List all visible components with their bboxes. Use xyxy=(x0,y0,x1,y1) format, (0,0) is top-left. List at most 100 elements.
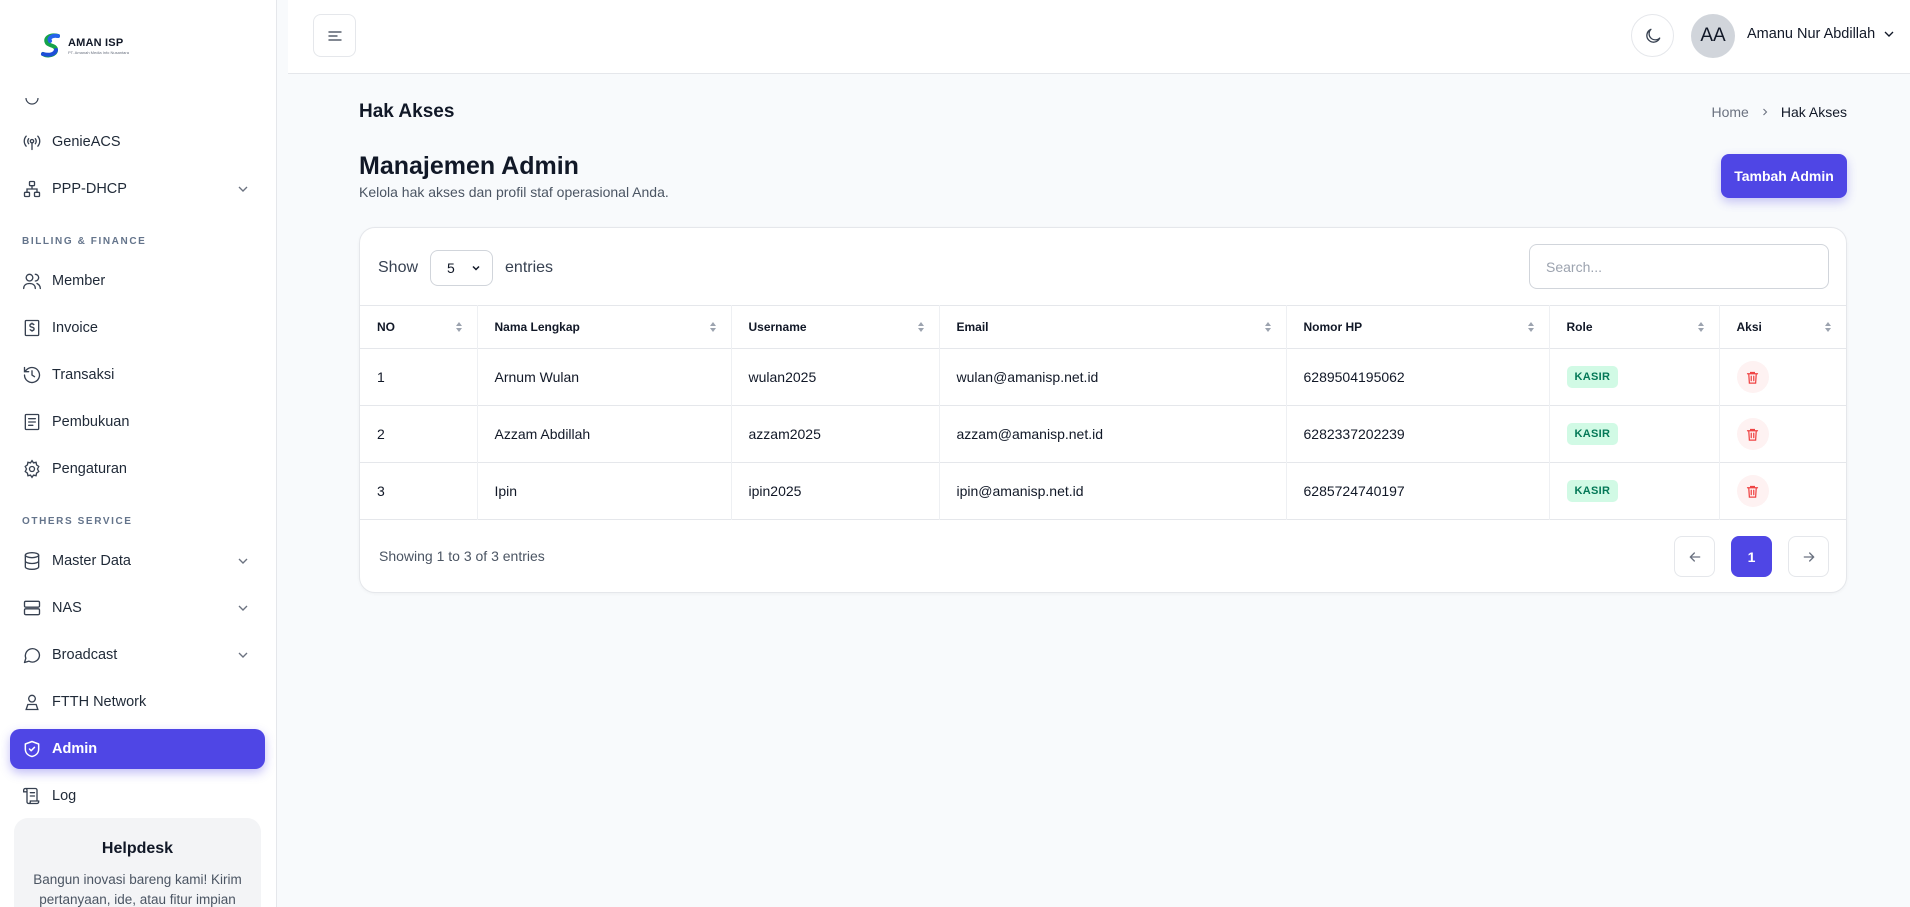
role-badge: KASIR xyxy=(1566,423,1619,445)
sidebar-item-log[interactable]: Log xyxy=(10,776,265,816)
trash-icon xyxy=(1746,428,1759,441)
database-icon xyxy=(22,551,42,571)
breadcrumb: Home Hak Akses xyxy=(1712,104,1848,120)
chevron-down-icon xyxy=(238,605,248,611)
chevron-right-icon xyxy=(1762,108,1768,116)
sort-icon xyxy=(709,322,716,332)
table-footer-info: Showing 1 to 3 of 3 entries xyxy=(379,548,545,564)
sidebar-item-label: Admin xyxy=(52,741,98,757)
column-header-email[interactable]: Email xyxy=(939,305,1287,349)
page-button-current[interactable]: 1 xyxy=(1731,536,1772,577)
cell-no: 2 xyxy=(360,405,478,463)
cell-phone: 6289504195062 xyxy=(1286,348,1550,406)
column-header-username[interactable]: Username xyxy=(731,305,940,349)
delete-button[interactable] xyxy=(1736,418,1769,450)
cell-role: KASIR xyxy=(1549,462,1720,520)
user-menu[interactable]: Amanu Nur Abdillah xyxy=(1747,26,1897,42)
cell-username: azzam2025 xyxy=(731,405,940,463)
sidebar-item-genieacs[interactable]: GenieACS xyxy=(10,122,265,162)
scroll-icon xyxy=(22,786,42,806)
cell-actions xyxy=(1719,349,1846,406)
sidebar-item-nas[interactable]: NAS xyxy=(10,588,265,628)
cell-actions xyxy=(1719,406,1846,463)
role-badge: KASIR xyxy=(1566,366,1619,388)
cell-phone: 6285724740197 xyxy=(1286,462,1550,520)
trash-icon xyxy=(1746,371,1759,384)
section-label-billing: BILLING & FINANCE xyxy=(22,236,147,247)
cell-username: wulan2025 xyxy=(731,348,940,406)
theme-toggle-button[interactable] xyxy=(1631,14,1674,57)
sidebar-item-broadcast[interactable]: Broadcast xyxy=(10,635,265,675)
avatar[interactable]: AA xyxy=(1691,14,1735,58)
admin-table-card: Show 5 entries NO Nama Lengkap Username … xyxy=(359,227,1847,593)
sidebar-item-pengaturan[interactable]: Pengaturan xyxy=(10,449,265,489)
sort-icon xyxy=(455,322,462,332)
pagination: 1 xyxy=(1674,536,1829,577)
users-icon xyxy=(22,271,42,291)
shield-icon xyxy=(22,739,42,759)
cell-email: wulan@amanisp.net.id xyxy=(939,348,1287,406)
trash-icon xyxy=(1746,485,1759,498)
column-header-no[interactable]: NO xyxy=(360,305,478,349)
column-header-nomor-hp[interactable]: Nomor HP xyxy=(1286,305,1550,349)
delete-button[interactable] xyxy=(1736,475,1769,507)
sidebar-item-label: Transaksi xyxy=(52,367,115,383)
table-header-row: NO Nama Lengkap Username Email Nomor HP … xyxy=(360,305,1846,349)
sidebar-item-master-data[interactable]: Master Data xyxy=(10,541,265,581)
next-page-button[interactable] xyxy=(1788,536,1829,577)
cell-no: 1 xyxy=(360,348,478,406)
brand-logo[interactable]: AMAN ISP PT. Amanah Media Info Nusantara xyxy=(40,32,129,60)
sidebar-item-label: GenieACS xyxy=(52,134,121,150)
history-icon xyxy=(22,365,42,385)
entries-label: entries xyxy=(505,259,554,276)
table-row: 2 Azzam Abdillah azzam2025 azzam@amanisp… xyxy=(360,405,1846,463)
sidebar: AMAN ISP PT. Amanah Media Info Nusantara… xyxy=(0,0,277,907)
cell-name: Ipin xyxy=(477,462,732,520)
gear-icon xyxy=(22,459,42,479)
admin-table: NO Nama Lengkap Username Email Nomor HP … xyxy=(360,305,1846,520)
chevron-down-icon xyxy=(1884,31,1894,37)
prev-page-button[interactable] xyxy=(1674,536,1715,577)
delete-button[interactable] xyxy=(1736,361,1769,393)
sidebar-item-ppp-dhcp[interactable]: PPP-DHCP xyxy=(10,169,265,209)
sidebar-item-label: Pembukuan xyxy=(52,414,130,430)
sidebar-item-invoice[interactable]: Invoice xyxy=(10,308,265,348)
cell-name: Azzam Abdillah xyxy=(477,405,732,463)
cell-role: KASIR xyxy=(1549,348,1720,406)
column-header-role[interactable]: Role xyxy=(1549,305,1720,349)
add-admin-button[interactable]: Tambah Admin xyxy=(1721,154,1847,198)
page-title: Hak Akses xyxy=(359,101,455,122)
sidebar-item-member[interactable]: Member xyxy=(10,261,265,301)
table-row: 3 Ipin ipin2025 ipin@amanisp.net.id 6285… xyxy=(360,462,1846,520)
sidebar-item-transaksi[interactable]: Transaksi xyxy=(10,355,265,395)
cell-phone: 6282337202239 xyxy=(1286,405,1550,463)
page-size-value: 5 xyxy=(447,260,455,276)
network-icon xyxy=(22,179,42,199)
section-subtitle: Kelola hak akses dan profil staf operasi… xyxy=(359,184,669,200)
sidebar-item-label: Pengaturan xyxy=(52,461,127,477)
ledger-icon xyxy=(22,412,42,432)
logo-icon xyxy=(41,33,60,58)
page-size-select[interactable]: 5 xyxy=(430,250,494,286)
chat-icon xyxy=(22,645,42,665)
search-input[interactable] xyxy=(1529,244,1829,289)
helpdesk-text: Bangun inovasi bareng kami! Kirim pertan… xyxy=(33,872,242,907)
sidebar-item-hidden[interactable] xyxy=(10,98,265,118)
circle-icon xyxy=(22,98,42,108)
sidebar-item-label: PPP-DHCP xyxy=(52,181,127,197)
sidebar-toggle-button[interactable] xyxy=(313,14,356,57)
column-header-aksi[interactable]: Aksi xyxy=(1719,306,1846,349)
cell-name: Arnum Wulan xyxy=(477,348,732,406)
sidebar-item-label: Invoice xyxy=(52,320,98,336)
breadcrumb-home[interactable]: Home xyxy=(1712,104,1749,120)
sidebar-item-label: NAS xyxy=(52,600,82,616)
sidebar-item-label: Member xyxy=(52,273,106,289)
sidebar-item-ftth-network[interactable]: FTTH Network xyxy=(10,682,265,722)
column-header-nama-lengkap[interactable]: Nama Lengkap xyxy=(477,305,732,349)
server-icon xyxy=(22,598,42,618)
location-user-icon xyxy=(22,692,42,712)
sidebar-item-pembukuan[interactable]: Pembukuan xyxy=(10,402,265,442)
sidebar-item-admin[interactable]: Admin xyxy=(10,729,265,769)
sort-icon xyxy=(1697,322,1704,332)
section-label-others: OTHERS SERVICE xyxy=(22,516,133,527)
